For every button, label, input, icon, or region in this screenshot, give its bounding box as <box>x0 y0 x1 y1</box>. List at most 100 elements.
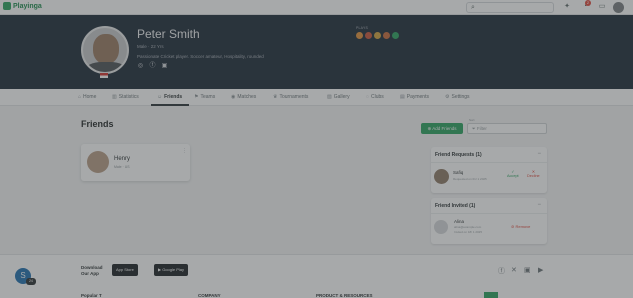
chart-icon: ▥ <box>112 94 117 100</box>
youtube-icon[interactable]: ▶ <box>538 266 543 274</box>
logo-text: Playinga <box>13 2 42 10</box>
requester-avatar <box>434 169 449 184</box>
instagram-icon[interactable]: ◎ <box>137 63 144 70</box>
tab-label: Teams <box>200 94 216 100</box>
image-icon: ▨ <box>327 94 332 100</box>
tab-label: Tournaments <box>279 94 309 100</box>
tab-label: Settings <box>451 94 470 100</box>
profile-header: Peter Smith Male · 22 Yrs Passionate Cri… <box>0 15 633 89</box>
profile-name: Peter Smith <box>137 27 200 41</box>
tab-label: Friends <box>164 94 183 100</box>
tab-label: Statistics <box>118 94 139 100</box>
tab-settings[interactable]: ⚙ Settings <box>445 94 470 100</box>
invitee-email: alina@example.com <box>454 225 482 229</box>
requester-name: Safiq <box>453 170 464 175</box>
social-links: ◎ ⓕ ▣ <box>137 63 168 70</box>
invited-item: Alina alina@example.com Invited on 18/ 1… <box>431 214 547 242</box>
footer-accent <box>484 292 498 298</box>
accept-button[interactable]: ✓ Accept <box>507 169 519 178</box>
sparkle-icon[interactable]: ✦ <box>562 2 572 12</box>
notification-badge: 2 <box>585 0 591 6</box>
friend-avatar <box>87 151 109 173</box>
gear-icon: ⚙ <box>445 94 450 100</box>
app-logo[interactable]: Playinga <box>3 2 42 10</box>
tab-clubs[interactable]: ◌ Clubs <box>366 94 384 100</box>
tab-payments[interactable]: ▤ Payments <box>400 94 429 100</box>
linkedin-icon[interactable]: ▣ <box>161 63 168 70</box>
profile-bio: Passionate Cricket player. Soccer amateu… <box>137 54 264 59</box>
filter-placeholder: Filter <box>476 126 487 131</box>
app-store-button[interactable]: App Store <box>112 264 138 276</box>
app-store-label: App Store <box>116 267 134 272</box>
tab-tournaments[interactable]: ♛ Tournaments <box>273 94 308 100</box>
avatar-face <box>93 34 119 64</box>
linkedin-icon[interactable]: ▣ <box>524 266 531 274</box>
user-avatar[interactable] <box>613 2 624 13</box>
friend-invited-panel: Friend Invited (1) − Alina alina@example… <box>431 198 547 244</box>
panel-title: Friend Requests (1) <box>435 152 482 158</box>
tab-friends[interactable]: ☺ Friends <box>157 94 182 100</box>
sport-icon <box>356 32 363 39</box>
accept-label: Accept <box>507 174 519 178</box>
tab-label: Matches <box>237 94 257 100</box>
add-friends-button[interactable]: ⊕ Add Friends <box>421 123 463 134</box>
invitee-avatar <box>434 220 448 234</box>
footer-col-company: COMPANY <box>198 293 221 298</box>
page-title: Friends <box>81 119 114 129</box>
tab-statistics[interactable]: ▥ Statistics <box>112 94 139 100</box>
team-icon: ⚑ <box>194 94 199 100</box>
footer-col-popular: Popular T <box>81 293 102 298</box>
x-icon[interactable]: ✕ <box>511 266 517 274</box>
plays-label: PLAYS <box>356 26 369 30</box>
flag-icon <box>100 73 108 78</box>
profile-meta: Male · 22 Yrs <box>137 44 164 49</box>
sports-icons <box>356 32 399 39</box>
collapse-icon[interactable]: − <box>537 151 541 157</box>
friend-card[interactable]: Henry Male · US ⋮ <box>81 144 190 181</box>
panel-header[interactable]: Friend Invited (1) − <box>431 198 547 214</box>
filter-label: Sort <box>469 118 475 122</box>
facebook-icon[interactable]: ⓕ <box>498 266 505 276</box>
profile-tabs: ⌂ Home ▥ Statistics ☺ Friends ⚑ Teams ◉ Match… <box>0 89 633 106</box>
more-options-icon[interactable]: ⋮ <box>182 148 187 154</box>
remove-button[interactable]: ⊘ Remove <box>511 224 530 229</box>
sport-icon <box>365 32 372 39</box>
chat-icon[interactable]: ▭ <box>597 2 607 12</box>
search-icon: ⌕ <box>471 4 475 11</box>
add-friends-label: Add Friends <box>432 126 457 131</box>
download-app-title: Download Our App <box>81 265 103 276</box>
decline-button[interactable]: ✕ Decline <box>527 169 540 178</box>
tab-label: Clubs <box>370 94 384 100</box>
sport-icon <box>392 32 399 39</box>
request-date: Requested on 01/ 1 2025 <box>453 177 487 181</box>
tab-matches[interactable]: ◉ Matches <box>231 94 256 100</box>
ball-icon: ◉ <box>231 94 236 100</box>
sport-icon <box>374 32 381 39</box>
facebook-icon[interactable]: ⓕ <box>149 63 156 70</box>
clubs-icon: ◌ <box>366 94 369 100</box>
panel-header[interactable]: Friend Requests (1) − <box>431 147 547 163</box>
collapse-icon[interactable]: − <box>537 202 541 208</box>
tab-teams[interactable]: ⚑ Teams <box>194 94 215 100</box>
invite-date: Invited on 18/ 1 2025 <box>454 230 483 234</box>
decline-label: Decline <box>527 174 540 178</box>
profile-avatar[interactable] <box>81 26 129 74</box>
active-tab-indicator <box>151 104 189 106</box>
home-icon: ⌂ <box>78 94 82 100</box>
footer-col-resources: PRODUCT & RESOURCES <box>316 293 373 298</box>
google-play-button[interactable]: ▶ Google Play <box>154 264 188 276</box>
filter-input[interactable]: ⏷ Filter <box>467 123 547 134</box>
logo-icon <box>3 2 11 10</box>
tab-home[interactable]: ⌂ Home <box>78 94 96 100</box>
friend-meta: Male · US <box>114 165 130 169</box>
tab-gallery[interactable]: ▨ Gallery <box>327 94 350 100</box>
invitee-name: Alina <box>454 219 465 224</box>
page: Playinga ⌕ ✦ ◔ 2 ▭ Peter Smith Male · 22… <box>0 0 633 298</box>
remove-label: Remove <box>515 224 531 229</box>
tab-label: Payments <box>406 94 429 100</box>
sport-icon <box>383 32 390 39</box>
search-box[interactable]: ⌕ <box>466 2 554 13</box>
friend-request-item: Safiq Requested on 01/ 1 2025 ✓ Accept ✕ D… <box>431 163 547 191</box>
tab-label: Gallery <box>333 94 350 100</box>
friend-name: Henry <box>114 156 131 162</box>
